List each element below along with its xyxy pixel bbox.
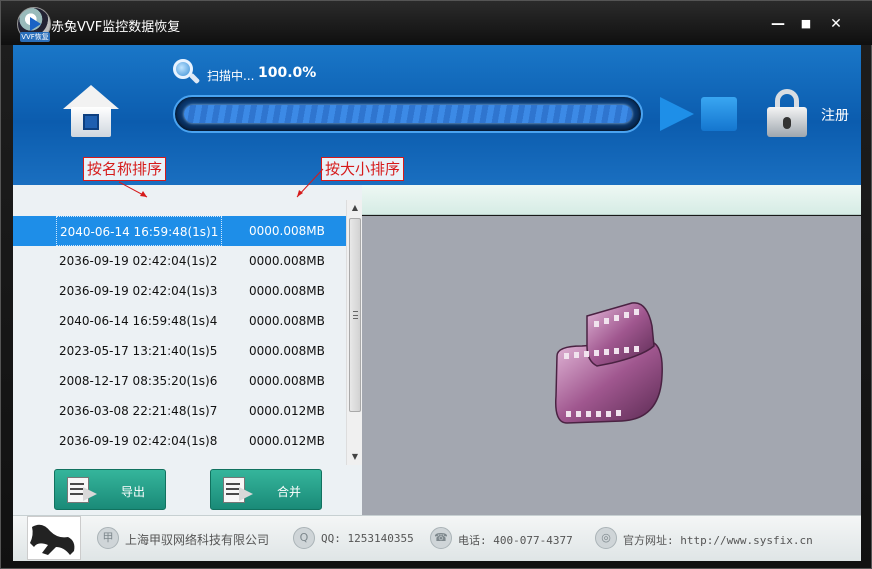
row-name: 2023-05-17 13:21:40(1s)5	[59, 344, 218, 358]
merge-icon-arrow	[239, 487, 253, 501]
export-label: 导出	[121, 485, 146, 499]
file-list-panel: 2040-06-14 16:59:48(1s)1 0000.008MB 2036-0…	[13, 185, 362, 465]
search-icon-handle	[188, 72, 201, 85]
merge-icon-line	[226, 493, 240, 495]
lock-icon[interactable]	[767, 89, 807, 137]
globe-icon: ◎	[595, 527, 617, 549]
table-row[interactable]: 2040-06-14 16:59:48(1s)4 0000.008MB	[13, 306, 346, 336]
export-icon-line	[70, 493, 84, 495]
scan-progress-bar	[173, 95, 643, 133]
scan-percent: 100.0%	[258, 65, 317, 81]
home-icon-door	[83, 114, 99, 130]
app-logo-icon: VVF恢复	[17, 7, 51, 42]
company-icon: 甲	[97, 527, 119, 549]
register-button[interactable]: 注册	[821, 105, 849, 125]
row-name: 2008-12-17 08:35:20(1s)6	[59, 374, 218, 388]
scroll-up-arrow[interactable]: ▲	[347, 200, 363, 216]
table-row[interactable]: 2040-06-14 16:59:48(1s)1 0000.008MB	[13, 216, 346, 246]
row-size: 0000.008MB	[249, 314, 325, 328]
video-preview-panel	[362, 216, 861, 515]
scroll-thumb-grip	[353, 311, 358, 319]
film-reel-icon	[554, 302, 663, 424]
export-icon-line	[70, 483, 84, 485]
row-size: 0000.008MB	[249, 374, 325, 388]
company-name: 上海甲驭网络科技有限公司	[125, 533, 270, 547]
footer-bar: 甲 上海甲驭网络科技有限公司 Q QQ: 1253140355 ☎ 电话: 40…	[13, 515, 861, 561]
minimize-button[interactable]: —	[767, 13, 789, 35]
scroll-down-arrow[interactable]: ▼	[347, 449, 363, 465]
table-row[interactable]: 2008-12-17 08:35:20(1s)6 0000.008MB	[13, 366, 346, 396]
row-name: 2036-09-19 02:42:04(1s)3	[59, 284, 218, 298]
row-name: 2036-09-19 02:42:04(1s)2	[59, 254, 218, 268]
play-icon[interactable]	[660, 97, 694, 131]
home-button[interactable]	[63, 85, 119, 139]
annotation-sort-by-size: 按大小排序	[321, 157, 405, 181]
row-size: 0000.008MB	[249, 224, 325, 238]
table-row[interactable]: 2036-09-19 02:42:04(1s)8 0000.012MB	[13, 426, 346, 456]
merge-icon	[223, 477, 253, 503]
scan-progress-fill	[184, 105, 632, 123]
export-icon-arrow	[83, 487, 97, 501]
lock-icon-keyhole	[783, 117, 791, 129]
scroll-thumb[interactable]	[349, 218, 361, 412]
action-bar: 导出 合并	[13, 465, 362, 515]
row-name: 2036-03-08 22:21:48(1s)7	[59, 404, 218, 418]
scan-status-label: 扫描中...	[207, 69, 255, 83]
row-name: 2036-09-19 02:42:04(1s)8	[59, 434, 218, 448]
merge-icon-line	[226, 483, 240, 485]
row-size: 0000.008MB	[249, 344, 325, 358]
merge-icon-line	[226, 488, 240, 490]
export-icon-line	[70, 488, 84, 490]
export-button[interactable]: 导出	[54, 469, 166, 510]
logo-tag: VVF恢复	[20, 32, 50, 42]
merge-button[interactable]: 合并	[210, 469, 322, 510]
horse-logo-graphic	[30, 524, 75, 555]
qq-icon: Q	[293, 527, 315, 549]
annotation-sort-by-name: 按名称排序	[83, 157, 167, 181]
home-icon	[63, 85, 119, 109]
row-size: 0000.012MB	[249, 434, 325, 448]
row-size: 0000.008MB	[249, 254, 325, 268]
table-row[interactable]: 2036-09-19 02:42:04(1s)2 0000.008MB	[13, 246, 346, 276]
row-name: 2040-06-14 16:59:48(1s)4	[59, 314, 218, 328]
maximize-button[interactable]: ■	[795, 13, 817, 35]
close-button[interactable]: ✕	[825, 13, 847, 35]
window-title: 赤兔VVF监控数据恢复	[51, 20, 181, 35]
title-bar: VVF恢复 赤兔VVF监控数据恢复 — ■ ✕	[1, 1, 872, 45]
logo-play-glyph	[30, 17, 41, 31]
row-name: 2040-06-14 16:59:48(1s)1	[56, 216, 223, 246]
phone-icon: ☎	[430, 527, 452, 549]
stop-icon[interactable]	[701, 97, 737, 131]
phone-number: 电话: 400-077-4377	[458, 534, 573, 547]
table-row[interactable]: 2023-05-17 13:21:40(1s)5 0000.008MB	[13, 336, 346, 366]
qq-number: QQ: 1253140355	[321, 532, 414, 545]
file-list: 2040-06-14 16:59:48(1s)1 0000.008MB 2036-0…	[13, 216, 346, 456]
website-link[interactable]: 官方网址: http://www.sysfix.cn	[623, 532, 813, 548]
list-scrollbar[interactable]: ▲ ▼	[346, 200, 362, 465]
row-size: 0000.012MB	[249, 404, 325, 418]
search-icon	[173, 59, 201, 85]
app-window: VVF恢复 赤兔VVF监控数据恢复 — ■ ✕ 扫描中... 100.0% 注册	[0, 0, 872, 569]
export-icon	[67, 477, 97, 503]
table-row[interactable]: 2036-09-19 02:42:04(1s)3 0000.008MB	[13, 276, 346, 306]
horse-logo	[27, 516, 81, 560]
merge-label: 合并	[277, 485, 302, 499]
table-row[interactable]: 2036-03-08 22:21:48(1s)7 0000.012MB	[13, 396, 346, 426]
row-size: 0000.008MB	[249, 284, 325, 298]
